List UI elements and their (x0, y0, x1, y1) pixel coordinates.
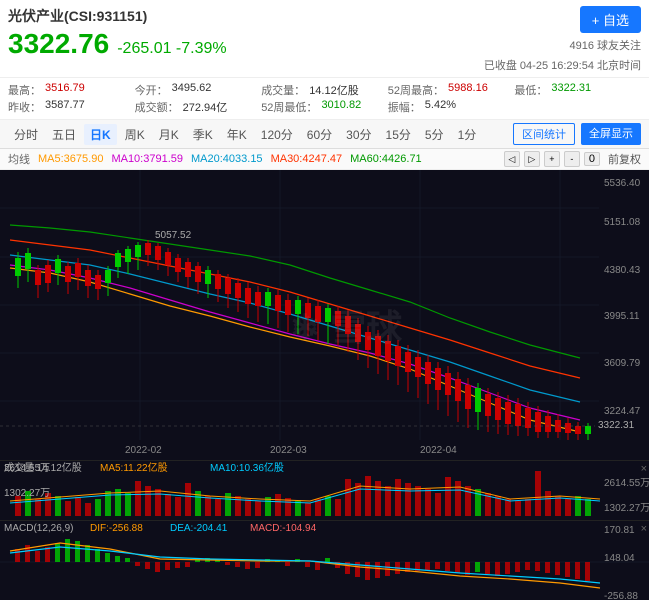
ma20-value: MA20:4033.15 (191, 153, 263, 165)
svg-text:3995.11: 3995.11 (604, 311, 640, 322)
header: 光伏产业(CSI:931151) 3322.76 -265.01 -7.39% … (0, 0, 649, 78)
interval-stats-button[interactable]: 区间统计 (513, 123, 575, 145)
svg-text:DEA:-204.41: DEA:-204.41 (170, 523, 228, 534)
stat-week52-low: 52周最低： 3010.82 (261, 99, 388, 115)
macd-chart-svg: MACD(12,26,9) DIF:-256.88 DEA:-204.41 MA… (0, 521, 649, 600)
tab-zhouk[interactable]: 周K (119, 124, 151, 145)
ma60-value: MA60:4426.71 (350, 153, 422, 165)
svg-text:DIF:-256.88: DIF:-256.88 (90, 523, 143, 534)
svg-text:成交量 14.12亿股: 成交量 14.12亿股 (4, 461, 82, 474)
svg-text:-256.88: -256.88 (604, 591, 638, 600)
svg-text:2614.55万: 2614.55万 (604, 478, 649, 489)
tab-rik[interactable]: 日K (84, 124, 117, 145)
volume-chart-svg: 2614.55万 1302.27万 成交量 14.12亿股 MA5:11.22亿… (0, 461, 649, 520)
ma10-value: MA10:3791.59 (111, 153, 183, 165)
macd-close-button[interactable]: × (641, 523, 647, 535)
price-main: 3322.76 (8, 28, 109, 60)
tab-fenshi[interactable]: 分时 (8, 124, 44, 145)
followers-info: 4916 球友关注 (569, 37, 641, 53)
svg-text:3609.79: 3609.79 (604, 358, 641, 369)
nav-zoom-in[interactable]: + (544, 151, 560, 167)
price-change: -265.01 -7.39% (117, 40, 226, 58)
stat-week52-high: 52周最高： 5988.16 (388, 82, 515, 98)
tab-wuri[interactable]: 五日 (46, 124, 82, 145)
macd-chart[interactable]: MACD(12,26,9) DIF:-256.88 DEA:-204.41 MA… (0, 520, 649, 600)
stats-grid: 最高： 3516.79 今开： 3495.62 成交量： 14.12亿股 52周… (0, 78, 649, 120)
svg-text:1302.27万: 1302.27万 (4, 488, 50, 499)
svg-text:4380.43: 4380.43 (604, 265, 641, 276)
tab-15[interactable]: 15分 (380, 124, 417, 145)
nav-zero[interactable]: 0 (584, 152, 600, 166)
svg-text:2022-04: 2022-04 (420, 445, 457, 456)
svg-text:2022-03: 2022-03 (270, 445, 307, 456)
svg-text:2022-02: 2022-02 (125, 445, 162, 456)
nav-zoom-out[interactable]: - (564, 151, 580, 167)
time-info: 已收盘 04-25 16:29:54 北京时间 (484, 57, 641, 73)
svg-text:MACD:-104.94: MACD:-104.94 (250, 523, 317, 534)
svg-text:3322.31: 3322.31 (598, 420, 635, 431)
stat-prev-close: 昨收： 3587.77 (8, 99, 135, 115)
nav-right-arrow[interactable]: ▷ (524, 151, 540, 167)
ma5-value: MA5:3675.90 (38, 153, 103, 165)
title-area: 光伏产业(CSI:931151) 3322.76 -265.01 -7.39% (8, 6, 227, 60)
svg-text:5057.52: 5057.52 (155, 230, 192, 241)
svg-text:MA10:10.36亿股: MA10:10.36亿股 (210, 461, 284, 474)
tab-yuek[interactable]: 月K (153, 124, 185, 145)
stat-vol: 成交量： 14.12亿股 (261, 82, 388, 98)
tab-jik[interactable]: 季K (187, 124, 219, 145)
nav-left-arrow[interactable]: ◁ (504, 151, 520, 167)
ma-label: 均线 (8, 151, 30, 167)
svg-text:MACD(12,26,9): MACD(12,26,9) (4, 523, 73, 534)
tab-30[interactable]: 30分 (340, 124, 377, 145)
watchlist-button[interactable]: + 自选 (580, 6, 641, 33)
svg-text:1302.27万: 1302.27万 (604, 503, 649, 514)
nav-arrows: ◁ ▷ + - 0 前复权 (504, 151, 641, 167)
svg-text:3224.47: 3224.47 (604, 406, 641, 417)
tab-niank[interactable]: 年K (221, 124, 253, 145)
tab-5[interactable]: 5分 (419, 124, 450, 145)
svg-text:5536.40: 5536.40 (604, 178, 641, 189)
tab-row: 分时 五日 日K 周K 月K 季K 年K 120分 60分 30分 15分 5分… (0, 120, 649, 149)
tab-1[interactable]: 1分 (452, 124, 483, 145)
fuquan-label: 前复权 (608, 151, 641, 167)
price-row: 3322.76 -265.01 -7.39% (8, 28, 227, 60)
ma30-value: MA30:4247.47 (271, 153, 343, 165)
main-chart-svg: 5057.52 3322.31 ❄ 雪球 5536.40 5151.08 438… (0, 170, 649, 460)
volume-close-button[interactable]: × (641, 463, 647, 475)
stat-amount: 成交额： 272.94亿 (135, 99, 262, 115)
stat-high: 最高： 3516.79 (8, 82, 135, 98)
svg-text:170.81: 170.81 (604, 525, 635, 536)
svg-text:5151.08: 5151.08 (604, 217, 641, 228)
fullscreen-button[interactable]: 全屏显示 (581, 123, 641, 145)
svg-text:❄ 雪球: ❄ 雪球 (290, 307, 403, 348)
tab-right-buttons: 区间统计 全屏显示 (513, 123, 641, 145)
main-chart[interactable]: 5057.52 3322.31 ❄ 雪球 5536.40 5151.08 438… (0, 170, 649, 460)
tab-60[interactable]: 60分 (301, 124, 338, 145)
svg-text:148.04: 148.04 (604, 553, 635, 564)
stat-amp: 振幅： 5.42% (388, 99, 515, 115)
stat-open: 今开： 3495.62 (135, 82, 262, 98)
ma-row: 均线 MA5:3675.90 MA10:3791.59 MA20:4033.15… (0, 149, 649, 170)
stat-low: 最低： 3322.31 (514, 82, 641, 98)
svg-text:MA5:11.22亿股: MA5:11.22亿股 (100, 461, 168, 474)
tab-120[interactable]: 120分 (255, 124, 299, 145)
volume-chart[interactable]: 2614.55万 1302.27万 成交量 14.12亿股 MA5:11.22亿… (0, 460, 649, 520)
stock-title: 光伏产业(CSI:931151) (8, 6, 227, 26)
